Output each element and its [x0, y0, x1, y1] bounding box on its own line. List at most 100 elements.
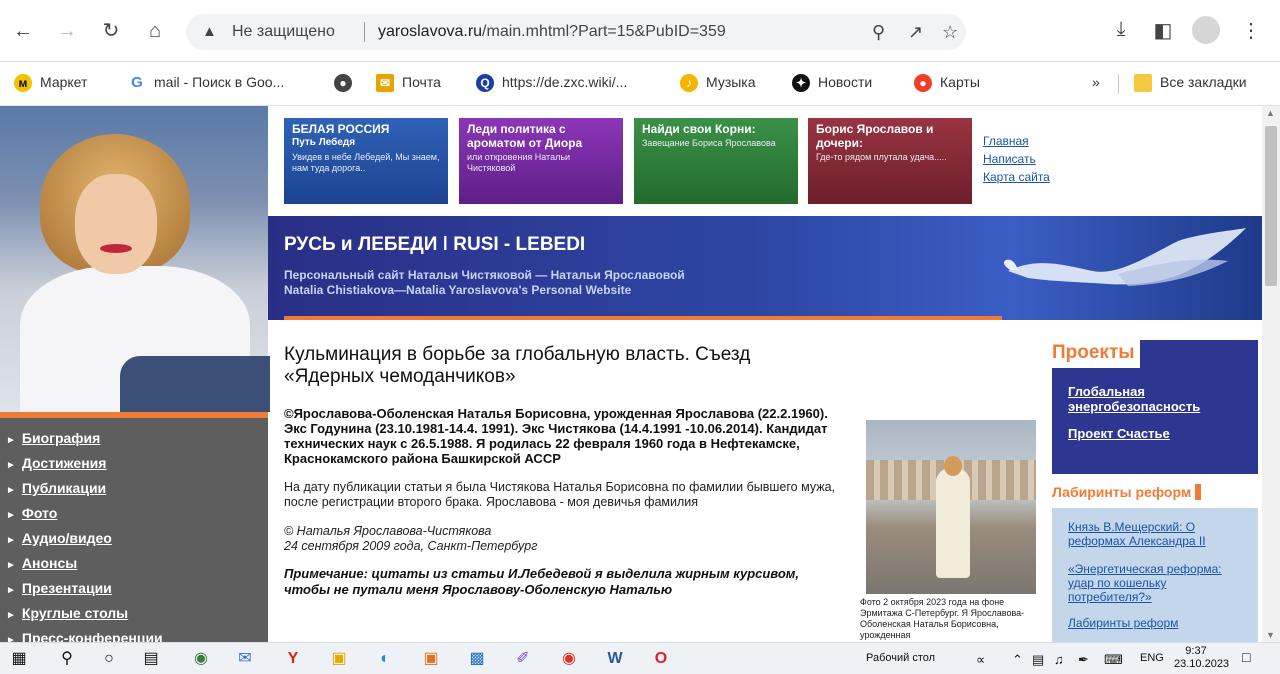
task-view-icon[interactable]: ▤ [140, 648, 162, 670]
bookmark-label: mail - Поиск в Goo... [154, 74, 285, 90]
chrome-icon[interactable]: ◉ [558, 648, 580, 670]
promo-lady-politics[interactable]: Леди политика с ароматом от Диора или от… [459, 118, 623, 204]
nav-item-presentations[interactable]: ► Презентации [6, 580, 112, 596]
scroll-up-icon[interactable]: ▲ [1266, 108, 1275, 118]
home-icon[interactable]: ⌂ [142, 18, 168, 44]
promo-find-roots[interactable]: Найди свои Корни: Завещание Бориса Яросл… [634, 118, 798, 204]
windows-taskbar: ▦ ⚲ ○ ▤ ◉ ✉ Y ▣ ◐ ▣ ▩ ✐ ◉ W O Рабочий ст… [0, 642, 1280, 674]
desktop-label[interactable]: Рабочий стол [866, 652, 935, 664]
projects-box: Проекты Глобальная энергобезопасность Пр… [1052, 340, 1258, 474]
link-home[interactable]: Главная [983, 134, 1050, 148]
url-domain: yaroslavova.ru [378, 23, 483, 40]
keyboard-icon[interactable]: ⌨ [1104, 652, 1123, 668]
nav-item-achievements[interactable]: ► Достижения [6, 455, 106, 471]
network-icon[interactable]: ▤ [1032, 652, 1044, 668]
labyrinth-link-energy-reform[interactable]: «Энергетическая реформа: удар по кошельк… [1068, 562, 1248, 604]
download-icon[interactable]: ⤓ [1108, 18, 1134, 41]
bookmark-star-icon[interactable]: ☆ [942, 22, 958, 43]
scroll-down-icon[interactable]: ▼ [1266, 630, 1275, 640]
arrow-icon: ► [6, 510, 16, 521]
nav-item-publications[interactable]: ► Публикации [6, 480, 106, 496]
globe-icon: ● [334, 74, 352, 93]
bookmark-globe[interactable]: ● [334, 74, 360, 93]
media-icon[interactable]: ▣ [420, 648, 442, 670]
reload-icon[interactable]: ↻ [98, 18, 124, 44]
back-icon[interactable]: ← [10, 18, 36, 44]
bookmark-music[interactable]: ♪ Музыка [680, 74, 756, 93]
edge-icon[interactable]: ◐ [374, 648, 396, 670]
arrow-icon: ► [6, 635, 16, 642]
app-icon-monitor[interactable]: ▩ [466, 648, 488, 670]
nav-label: Пресс-конференции [21, 630, 163, 642]
promo-desc: Завещание Бориса Ярославова [642, 138, 776, 148]
bookmark-mail[interactable]: ✉ Почта [376, 74, 441, 93]
signature-date: 24 сентября 2009 года, Санкт-Петербург [284, 539, 538, 553]
project-link-energy[interactable]: Глобальная энергобезопасность [1068, 384, 1248, 414]
arrow-icon: ► [6, 610, 16, 621]
bookmark-news[interactable]: ✦ Новости [792, 74, 873, 93]
link-write[interactable]: Написать [983, 152, 1050, 166]
promo-white-russia[interactable]: БЕЛАЯ РОССИЯ Путь Лебедя Увидев в небе Л… [284, 118, 448, 204]
scrollbar-thumb[interactable] [1265, 126, 1277, 286]
file-explorer-icon[interactable]: ▣ [328, 648, 350, 670]
forward-icon[interactable]: → [54, 18, 80, 44]
article-author-bio: ©Ярославова-Оболенская Наталья Борисовна… [284, 406, 828, 466]
hermitage-photo[interactable] [866, 420, 1036, 594]
all-bookmarks-folder[interactable]: Все закладки [1134, 74, 1247, 93]
project-link-happiness[interactable]: Проект Счастье [1068, 426, 1248, 441]
yandex-icon[interactable]: Y [282, 648, 304, 670]
tray-expand-icon[interactable]: ⌃ [1012, 652, 1023, 668]
labyrinth-link-reforms[interactable]: Лабиринты реформ [1068, 616, 1248, 630]
bookmark-market[interactable]: м Маркет [14, 74, 87, 93]
link-sitemap[interactable]: Карта сайта [983, 170, 1050, 184]
nav-item-announcements[interactable]: ► Анонсы [6, 555, 77, 571]
bookmark-wiki[interactable]: Qhttps://de.zxc.wiki/... [476, 74, 627, 93]
site-banner: РУСЬ и ЛЕБЕДИ ǀ RUSI - LEBEDI Персональн… [268, 216, 1262, 320]
nav-label: Биография [21, 430, 101, 446]
profile-avatar[interactable] [1192, 16, 1220, 44]
nav-item-audio-video[interactable]: ► Аудио/видео [6, 530, 112, 546]
word-icon[interactable]: W [604, 648, 626, 670]
windows-start-icon[interactable]: ▦ [8, 648, 30, 670]
nav-item-press-conferences[interactable]: ► Пресс-конференции [6, 630, 163, 642]
app-icon-green[interactable]: ◉ [190, 648, 212, 670]
app-icon-mail[interactable]: ✉ [234, 648, 256, 670]
zoom-icon[interactable]: ⚲ [872, 22, 885, 43]
pen-icon[interactable]: ✒ [1078, 652, 1089, 668]
nav-item-round-tables[interactable]: ► Круглые столы [6, 605, 128, 621]
nav-item-photo[interactable]: ► Фото [6, 505, 57, 521]
paint-icon[interactable]: ✐ [512, 648, 534, 670]
web-page: ► Биография ► Достижения ► Публикации ► Фото… [0, 106, 1262, 642]
url-text[interactable]: yaroslavova.ru/main.mhtml?Part=15&PubID=… [378, 23, 726, 41]
labyrinths-heading: Лабиринты реформ [1052, 484, 1202, 500]
search-icon[interactable]: ⚲ [56, 648, 78, 670]
article-signature: © Наталья Ярославова-Чистякова 24 сентяб… [284, 524, 844, 554]
clock[interactable]: 9:37 23.10.2023 [1174, 645, 1230, 671]
mail-icon: ✉ [376, 74, 394, 93]
menu-dots-icon[interactable]: ⋮ [1238, 18, 1264, 43]
bookmark-maps[interactable]: ● Карты [914, 74, 980, 93]
labyrinth-link-meshchersky[interactable]: Князь В.Мещерский: О реформах Александра… [1068, 520, 1248, 548]
bookmarks-overflow-button[interactable]: » [1092, 74, 1100, 90]
wiki-icon: Q [476, 74, 494, 93]
address-bar[interactable]: ▲ Не защищено yaroslavova.ru/main.mhtml?… [186, 14, 966, 50]
arrow-icon: ► [6, 585, 16, 596]
url-path: /main.mhtml?Part=15&PubID=359 [482, 23, 726, 40]
clock-date: 23.10.2023 [1174, 658, 1230, 670]
bookmark-label: Новости [818, 74, 873, 90]
notifications-icon[interactable]: □ [1242, 649, 1250, 665]
people-icon[interactable]: ∝ [976, 652, 985, 668]
omnibox-separator [364, 22, 365, 42]
nav-item-biography[interactable]: ► Биография [6, 430, 100, 446]
labyrinths-heading-row: Лабиринты реформ [1052, 484, 1258, 506]
cortana-icon[interactable]: ○ [98, 648, 120, 670]
side-panel-icon[interactable]: ◧ [1150, 18, 1176, 43]
music-icon: ♪ [680, 74, 698, 93]
page-scrollbar[interactable]: ▲ ▼ [1262, 106, 1280, 642]
language-indicator[interactable]: ENG [1140, 652, 1164, 664]
opera-icon[interactable]: O [650, 648, 672, 670]
promo-boris-daughters[interactable]: Борис Ярославов и дочери: Где-то рядом п… [808, 118, 972, 204]
bookmark-google-mail[interactable]: Gmail - Поиск в Goo... [128, 74, 285, 93]
share-icon[interactable]: ↗ [908, 22, 923, 43]
speaker-icon[interactable]: ♫ [1054, 652, 1064, 667]
